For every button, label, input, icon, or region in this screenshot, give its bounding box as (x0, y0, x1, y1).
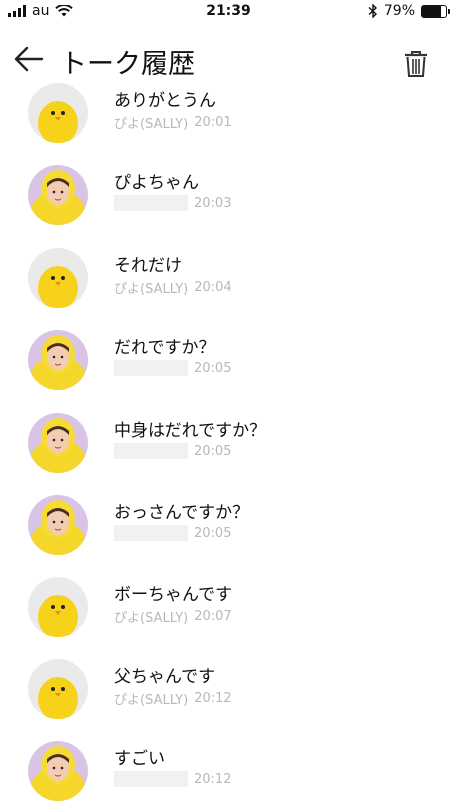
sender-name: ぴよ(SALLY) (114, 693, 189, 708)
message-time: 20:03 (194, 195, 232, 211)
sender-name-placeholder (114, 443, 188, 459)
message-time: 20:05 (194, 525, 232, 541)
battery-percent: 79% (383, 3, 415, 19)
message-row[interactable]: だれですか？ 20:05 (0, 330, 457, 400)
message-meta: ぴよ(SALLY) 20:04 (114, 278, 232, 297)
message-meta: 20:05 (114, 525, 231, 541)
message-row[interactable]: ぴよちゃん 20:03 (0, 165, 457, 235)
message-time: 20:05 (194, 360, 232, 376)
message-row[interactable]: 中身はだれですか？ 20:05 (0, 413, 457, 483)
message-text: それだけ (114, 256, 182, 276)
chick-avatar (28, 83, 88, 143)
sender-name-placeholder (114, 771, 188, 787)
message-time: 20:04 (194, 280, 232, 295)
status-bar: au 21:39 79% (0, 0, 457, 22)
page-title: トーク履歴 (60, 49, 195, 80)
message-time: 20:12 (194, 691, 232, 706)
message-text: 父ちゃんです (114, 667, 216, 687)
message-text: 中身はだれですか？ (114, 421, 267, 441)
message-text: おっさんですか？ (114, 503, 250, 523)
message-row[interactable]: ボーちゃんですぴよ(SALLY) 20:07 (0, 577, 457, 647)
sender-name-placeholder (114, 195, 188, 211)
trash-icon[interactable] (403, 50, 429, 78)
message-row[interactable]: それだけぴよ(SALLY) 20:04 (0, 248, 457, 318)
message-time: 20:01 (194, 115, 232, 130)
user-avatar (28, 165, 88, 225)
sender-name-placeholder (114, 360, 188, 376)
battery-icon (421, 4, 450, 18)
message-text: ぴよちゃん (114, 173, 199, 193)
bluetooth-icon (368, 4, 377, 18)
sender-name-placeholder (114, 525, 188, 541)
user-avatar (28, 413, 88, 473)
message-meta: ぴよ(SALLY) 20:07 (114, 607, 232, 626)
chick-avatar (28, 577, 88, 637)
user-avatar (28, 741, 88, 801)
back-arrow-icon[interactable] (14, 46, 44, 72)
message-time: 20:07 (194, 609, 232, 624)
message-text: すごい (114, 749, 165, 769)
message-meta: 20:05 (114, 443, 231, 459)
message-meta: 20:12 (114, 771, 231, 787)
message-meta: ぴよ(SALLY) 20:01 (114, 113, 232, 132)
message-row[interactable]: すごい 20:12 (0, 741, 457, 811)
message-time: 20:12 (194, 771, 232, 787)
message-text: ボーちゃんです (114, 585, 233, 605)
message-row[interactable]: ありがとうんぴよ(SALLY) 20:01 (0, 83, 457, 153)
sender-name: ぴよ(SALLY) (114, 611, 189, 626)
chick-avatar (28, 248, 88, 308)
message-text: だれですか？ (114, 338, 216, 358)
message-text: ありがとうん (114, 91, 216, 111)
sender-name: ぴよ(SALLY) (114, 117, 189, 132)
message-row[interactable]: おっさんですか？ 20:05 (0, 495, 457, 565)
message-meta: 20:05 (114, 360, 231, 376)
status-right: 79% (368, 3, 450, 19)
sender-name: ぴよ(SALLY) (114, 282, 189, 297)
user-avatar (28, 495, 88, 555)
battery-fill (422, 5, 441, 17)
message-meta: ぴよ(SALLY) 20:12 (114, 689, 232, 708)
message-meta: 20:03 (114, 195, 231, 211)
chick-avatar (28, 659, 88, 719)
message-time: 20:05 (194, 443, 232, 459)
user-avatar (28, 330, 88, 390)
message-row[interactable]: 父ちゃんですぴよ(SALLY) 20:12 (0, 659, 457, 729)
